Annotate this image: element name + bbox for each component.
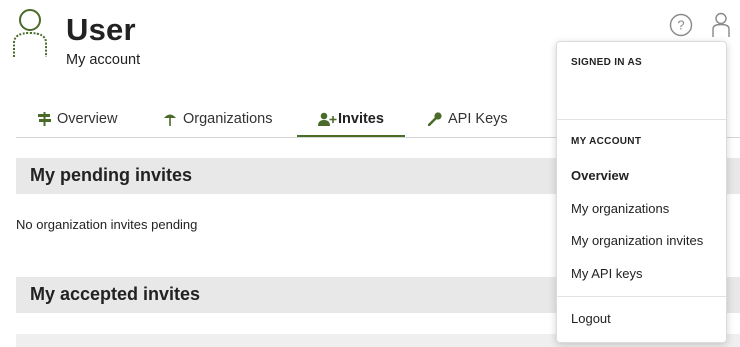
tab-label: Organizations	[183, 111, 273, 127]
tree-icon	[163, 112, 177, 126]
top-toolbar: ?	[668, 12, 734, 38]
menu-item-my-organization-invites[interactable]: My organization invites	[571, 233, 703, 248]
tab-api-keys[interactable]: API Keys	[428, 102, 508, 136]
page-subtitle: My account	[66, 52, 141, 68]
svg-text:?: ?	[677, 18, 684, 33]
account-dropdown-menu: SIGNED IN AS MY ACCOUNT Overview My orga…	[556, 41, 727, 343]
menu-item-my-api-keys[interactable]: My API keys	[571, 266, 643, 281]
help-circle-icon[interactable]: ?	[668, 12, 694, 38]
signpost-icon	[38, 112, 51, 126]
logout-button[interactable]: Logout	[571, 311, 611, 326]
menu-item-my-organizations[interactable]: My organizations	[571, 201, 669, 216]
divider	[557, 119, 726, 120]
tab-invites[interactable]: Invites	[297, 102, 405, 137]
tab-organizations[interactable]: Organizations	[163, 102, 272, 136]
tab-label: Invites	[338, 111, 384, 127]
user-icon[interactable]	[708, 12, 734, 38]
signed-in-label: SIGNED IN AS	[571, 57, 643, 68]
section-heading: My pending invites	[30, 165, 193, 185]
user-avatar-icon	[11, 7, 49, 61]
divider	[557, 296, 726, 297]
empty-state-text: No organization invites pending	[16, 217, 198, 232]
tab-label: API Keys	[448, 111, 508, 127]
user-plus-icon	[318, 112, 337, 126]
menu-item-overview[interactable]: Overview	[571, 168, 629, 183]
section-heading: My accepted invites	[30, 284, 201, 304]
page-title: User	[66, 12, 136, 47]
tab-overview[interactable]: Overview	[38, 102, 117, 136]
my-account-label: MY ACCOUNT	[571, 136, 642, 147]
key-icon	[428, 112, 442, 126]
tab-label: Overview	[57, 111, 118, 127]
